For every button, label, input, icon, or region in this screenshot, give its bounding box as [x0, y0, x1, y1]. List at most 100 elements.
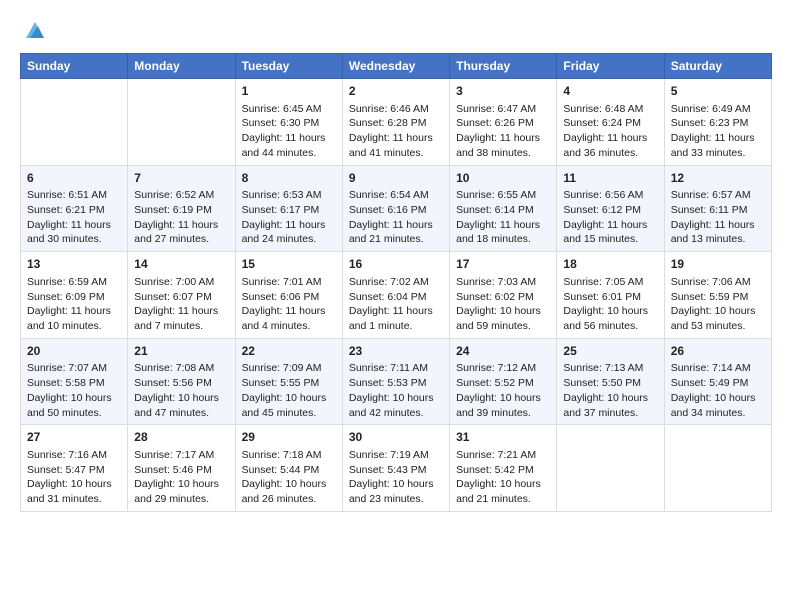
day-content: Sunrise: 6:48 AM Sunset: 6:24 PM Dayligh…: [563, 102, 657, 161]
day-content: Sunrise: 6:46 AM Sunset: 6:28 PM Dayligh…: [349, 102, 443, 161]
day-number: 8: [242, 170, 336, 187]
calendar-cell: 2 Sunrise: 6:46 AM Sunset: 6:28 PM Daylig…: [342, 79, 449, 166]
calendar-cell: 22Sunrise: 7:09 AM Sunset: 5:55 PM Dayli…: [235, 338, 342, 425]
calendar-cell: 3 Sunrise: 6:47 AM Sunset: 6:26 PM Daylig…: [450, 79, 557, 166]
day-number: 2: [349, 83, 443, 100]
day-content: Sunrise: 7:03 AM Sunset: 6:02 PM Dayligh…: [456, 275, 550, 334]
day-number: 27: [27, 429, 121, 446]
column-header-tuesday: Tuesday: [235, 54, 342, 79]
calendar-cell: 25Sunrise: 7:13 AM Sunset: 5:50 PM Dayli…: [557, 338, 664, 425]
calendar-cell: 6Sunrise: 6:51 AM Sunset: 6:21 PM Daylig…: [21, 165, 128, 252]
calendar-page: SundayMondayTuesdayWednesdayThursdayFrid…: [0, 0, 792, 612]
calendar-cell: 28 Sunrise: 7:17 AM Sunset: 5:46 PM Dayli…: [128, 425, 235, 512]
calendar-cell: 17 Sunrise: 7:03 AM Sunset: 6:02 PM Dayli…: [450, 252, 557, 339]
day-number: 13: [27, 256, 121, 273]
logo: [20, 16, 46, 45]
day-number: 30: [349, 429, 443, 446]
logo-icon: [24, 18, 46, 45]
day-content: Sunrise: 7:07 AM Sunset: 5:58 PM Dayligh…: [27, 361, 121, 420]
calendar-header-row: SundayMondayTuesdayWednesdayThursdayFrid…: [21, 54, 772, 79]
calendar-cell: 20Sunrise: 7:07 AM Sunset: 5:58 PM Dayli…: [21, 338, 128, 425]
calendar-cell: 23Sunrise: 7:11 AM Sunset: 5:53 PM Dayli…: [342, 338, 449, 425]
calendar-week-row: 27Sunrise: 7:16 AM Sunset: 5:47 PM Dayli…: [21, 425, 772, 512]
day-number: 10: [456, 170, 550, 187]
day-number: 16: [349, 256, 443, 273]
day-content: Sunrise: 7:14 AM Sunset: 5:49 PM Dayligh…: [671, 361, 765, 420]
day-content: Sunrise: 6:52 AM Sunset: 6:19 PM Dayligh…: [134, 188, 228, 247]
day-number: 31: [456, 429, 550, 446]
day-content: Sunrise: 7:11 AM Sunset: 5:53 PM Dayligh…: [349, 361, 443, 420]
day-content: Sunrise: 6:45 AM Sunset: 6:30 PM Dayligh…: [242, 102, 336, 161]
day-content: Sunrise: 7:19 AM Sunset: 5:43 PM Dayligh…: [349, 448, 443, 507]
day-number: 25: [563, 343, 657, 360]
calendar-cell: [557, 425, 664, 512]
column-header-thursday: Thursday: [450, 54, 557, 79]
day-number: 19: [671, 256, 765, 273]
day-content: Sunrise: 7:18 AM Sunset: 5:44 PM Dayligh…: [242, 448, 336, 507]
day-content: Sunrise: 6:59 AM Sunset: 6:09 PM Dayligh…: [27, 275, 121, 334]
calendar-cell: 24Sunrise: 7:12 AM Sunset: 5:52 PM Dayli…: [450, 338, 557, 425]
column-header-sunday: Sunday: [21, 54, 128, 79]
day-number: 28: [134, 429, 228, 446]
day-number: 18: [563, 256, 657, 273]
calendar-cell: 27Sunrise: 7:16 AM Sunset: 5:47 PM Dayli…: [21, 425, 128, 512]
day-content: Sunrise: 7:05 AM Sunset: 6:01 PM Dayligh…: [563, 275, 657, 334]
calendar-cell: 12Sunrise: 6:57 AM Sunset: 6:11 PM Dayli…: [664, 165, 771, 252]
day-content: Sunrise: 7:01 AM Sunset: 6:06 PM Dayligh…: [242, 275, 336, 334]
day-number: 15: [242, 256, 336, 273]
day-content: Sunrise: 7:08 AM Sunset: 5:56 PM Dayligh…: [134, 361, 228, 420]
header: [20, 16, 772, 45]
calendar-cell: [664, 425, 771, 512]
calendar-cell: 15 Sunrise: 7:01 AM Sunset: 6:06 PM Dayli…: [235, 252, 342, 339]
column-header-wednesday: Wednesday: [342, 54, 449, 79]
calendar-cell: 9Sunrise: 6:54 AM Sunset: 6:16 PM Daylig…: [342, 165, 449, 252]
day-number: 11: [563, 170, 657, 187]
day-number: 26: [671, 343, 765, 360]
day-number: 21: [134, 343, 228, 360]
calendar-cell: 31Sunrise: 7:21 AM Sunset: 5:42 PM Dayli…: [450, 425, 557, 512]
day-content: Sunrise: 6:49 AM Sunset: 6:23 PM Dayligh…: [671, 102, 765, 161]
calendar-week-row: 6Sunrise: 6:51 AM Sunset: 6:21 PM Daylig…: [21, 165, 772, 252]
calendar-cell: [128, 79, 235, 166]
day-number: 20: [27, 343, 121, 360]
day-content: Sunrise: 6:56 AM Sunset: 6:12 PM Dayligh…: [563, 188, 657, 247]
calendar-cell: 13 Sunrise: 6:59 AM Sunset: 6:09 PM Dayli…: [21, 252, 128, 339]
day-content: Sunrise: 6:57 AM Sunset: 6:11 PM Dayligh…: [671, 188, 765, 247]
day-content: Sunrise: 7:06 AM Sunset: 5:59 PM Dayligh…: [671, 275, 765, 334]
day-number: 3: [456, 83, 550, 100]
column-header-monday: Monday: [128, 54, 235, 79]
calendar-week-row: 1 Sunrise: 6:45 AM Sunset: 6:30 PM Daylig…: [21, 79, 772, 166]
day-number: 5: [671, 83, 765, 100]
day-number: 14: [134, 256, 228, 273]
calendar-table: SundayMondayTuesdayWednesdayThursdayFrid…: [20, 53, 772, 512]
calendar-week-row: 13 Sunrise: 6:59 AM Sunset: 6:09 PM Dayli…: [21, 252, 772, 339]
calendar-cell: 10Sunrise: 6:55 AM Sunset: 6:14 PM Dayli…: [450, 165, 557, 252]
day-number: 24: [456, 343, 550, 360]
calendar-cell: 19 Sunrise: 7:06 AM Sunset: 5:59 PM Dayli…: [664, 252, 771, 339]
day-content: Sunrise: 6:55 AM Sunset: 6:14 PM Dayligh…: [456, 188, 550, 247]
day-number: 4: [563, 83, 657, 100]
day-number: 22: [242, 343, 336, 360]
day-number: 29: [242, 429, 336, 446]
day-content: Sunrise: 7:13 AM Sunset: 5:50 PM Dayligh…: [563, 361, 657, 420]
calendar-cell: 21Sunrise: 7:08 AM Sunset: 5:56 PM Dayli…: [128, 338, 235, 425]
day-content: Sunrise: 7:00 AM Sunset: 6:07 PM Dayligh…: [134, 275, 228, 334]
calendar-cell: 14 Sunrise: 7:00 AM Sunset: 6:07 PM Dayli…: [128, 252, 235, 339]
calendar-cell: 4 Sunrise: 6:48 AM Sunset: 6:24 PM Daylig…: [557, 79, 664, 166]
day-number: 1: [242, 83, 336, 100]
day-content: Sunrise: 6:47 AM Sunset: 6:26 PM Dayligh…: [456, 102, 550, 161]
calendar-cell: 26Sunrise: 7:14 AM Sunset: 5:49 PM Dayli…: [664, 338, 771, 425]
calendar-cell: 7Sunrise: 6:52 AM Sunset: 6:19 PM Daylig…: [128, 165, 235, 252]
day-content: Sunrise: 7:17 AM Sunset: 5:46 PM Dayligh…: [134, 448, 228, 507]
calendar-cell: [21, 79, 128, 166]
day-number: 12: [671, 170, 765, 187]
calendar-cell: 5 Sunrise: 6:49 AM Sunset: 6:23 PM Daylig…: [664, 79, 771, 166]
day-content: Sunrise: 6:51 AM Sunset: 6:21 PM Dayligh…: [27, 188, 121, 247]
day-content: Sunrise: 7:02 AM Sunset: 6:04 PM Dayligh…: [349, 275, 443, 334]
day-number: 9: [349, 170, 443, 187]
calendar-cell: 8Sunrise: 6:53 AM Sunset: 6:17 PM Daylig…: [235, 165, 342, 252]
day-number: 17: [456, 256, 550, 273]
calendar-cell: 18 Sunrise: 7:05 AM Sunset: 6:01 PM Dayli…: [557, 252, 664, 339]
column-header-saturday: Saturday: [664, 54, 771, 79]
calendar-cell: 30 Sunrise: 7:19 AM Sunset: 5:43 PM Dayli…: [342, 425, 449, 512]
